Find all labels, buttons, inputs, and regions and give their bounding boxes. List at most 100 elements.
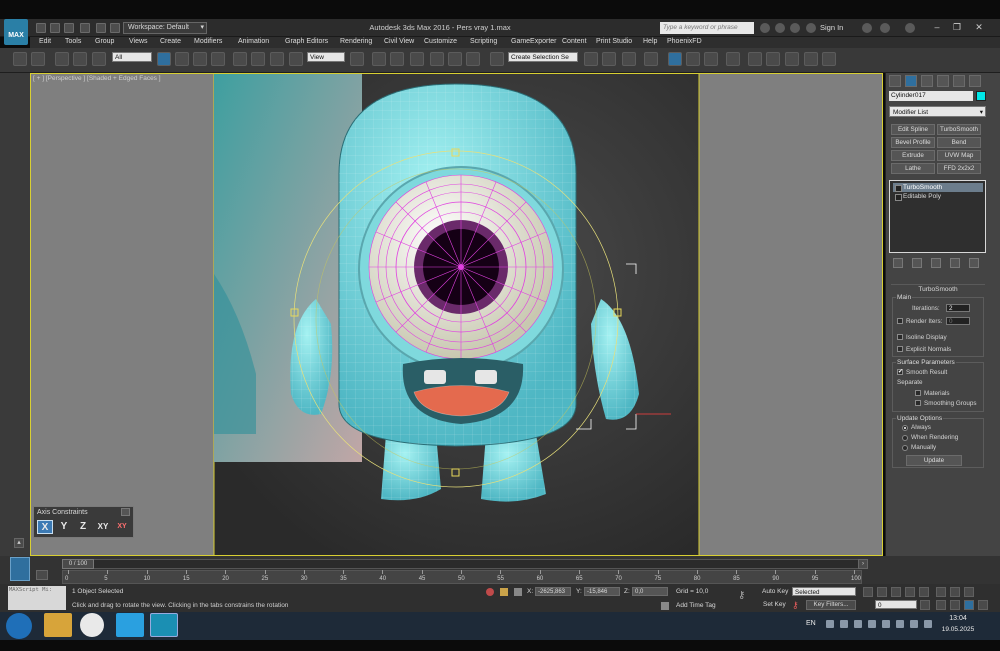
angle-snap-icon[interactable]	[430, 52, 444, 66]
maximize-viewport-toggle[interactable]: ▴	[14, 538, 24, 548]
viewport-label[interactable]: [ + ] [Perspective ] [Shaded + Edged Fac…	[33, 75, 161, 82]
percent-snap-icon[interactable]	[448, 52, 462, 66]
menu-views[interactable]: Views	[129, 38, 148, 45]
modify-tab-icon[interactable]	[905, 75, 917, 87]
toggle-ribbon-icon[interactable]	[644, 52, 658, 66]
next-frame-icon[interactable]: ›	[858, 559, 868, 569]
update-button[interactable]: Update	[906, 455, 962, 466]
menu-phoenixfd[interactable]: PhoenixFD	[667, 38, 702, 45]
key-filters-button[interactable]: Key Filters...	[806, 600, 856, 610]
current-frame-field[interactable]: 0	[875, 600, 917, 609]
edit-spline-button[interactable]: Edit Spline	[891, 124, 935, 135]
volume-icon[interactable]	[910, 620, 918, 628]
create-tab-icon[interactable]	[889, 75, 901, 87]
turbosmooth-button[interactable]: TurboSmooth	[937, 124, 981, 135]
viewport-scene[interactable]	[31, 74, 883, 556]
keyboard-shortcut-icon[interactable]	[390, 52, 404, 66]
clock-time[interactable]: 13:04	[938, 615, 978, 622]
start-button-icon[interactable]	[6, 613, 32, 639]
binoculars-icon[interactable]	[775, 23, 785, 33]
undo-icon[interactable]	[80, 23, 90, 33]
y-coord-field[interactable]: -15,846	[584, 587, 620, 596]
help-icon[interactable]	[905, 23, 915, 33]
menu-scripting[interactable]: Scripting	[470, 38, 497, 45]
maximize-viewport-icon[interactable]	[978, 600, 988, 610]
app-logo-icon[interactable]: MAX	[4, 19, 28, 45]
modifier-stack[interactable]: TurboSmooth Editable Poly	[889, 180, 986, 253]
character-eye[interactable]	[358, 166, 564, 372]
redo-icon[interactable]	[31, 52, 45, 66]
lathe-button[interactable]: Lathe	[891, 163, 935, 174]
clock-date[interactable]: 19.05.2025	[938, 626, 978, 633]
time-tag-icon[interactable]	[661, 602, 669, 610]
smooth-result-checkbox[interactable]: ✔	[897, 369, 903, 375]
field-of-view-icon[interactable]	[936, 600, 946, 610]
tray-icon[interactable]	[826, 620, 834, 628]
menu-content[interactable]: Content	[562, 38, 587, 45]
chrome-icon[interactable]	[80, 613, 104, 637]
materials-checkbox[interactable]	[915, 390, 921, 396]
maximize-button[interactable]: ❐	[950, 21, 964, 33]
object-color-swatch[interactable]	[976, 91, 986, 101]
vray-frame-buffer-icon[interactable]	[822, 52, 836, 66]
stack-item-turbosmooth[interactable]: TurboSmooth	[893, 183, 983, 192]
time-configuration-icon[interactable]	[920, 600, 930, 610]
axis-xy-plane-flyout[interactable]: XY	[114, 520, 130, 534]
axis-z-button[interactable]: Z	[75, 520, 91, 534]
workspace-dropdown[interactable]: Workspace: Default ▾	[123, 22, 207, 34]
material-editor-icon[interactable]	[726, 52, 740, 66]
user-icon[interactable]	[806, 23, 816, 33]
toolbar-close-icon[interactable]	[121, 508, 130, 516]
menu-civil-view[interactable]: Civil View	[384, 38, 414, 45]
curve-editor-icon[interactable]	[686, 52, 700, 66]
absolute-mode-icon[interactable]	[514, 588, 522, 596]
menu-customize[interactable]: Customize	[424, 38, 457, 45]
always-radio[interactable]	[902, 425, 908, 431]
close-button[interactable]: ✕	[972, 21, 986, 33]
previous-frame-icon[interactable]	[877, 587, 887, 597]
minimize-button[interactable]: –	[930, 21, 944, 33]
select-manipulate-icon[interactable]	[372, 52, 386, 66]
uvw-map-button[interactable]: UVW Map	[937, 150, 981, 161]
show-end-result-icon[interactable]	[912, 258, 922, 268]
bind-space-warp-icon[interactable]	[92, 52, 106, 66]
render-iters-spinner[interactable]: 0	[946, 317, 970, 325]
selection-lock-icon[interactable]	[500, 588, 508, 596]
telegram-icon[interactable]	[116, 613, 144, 637]
axis-xy-button[interactable]: XY	[94, 520, 112, 534]
object-name-field[interactable]: Cylinder017	[889, 91, 973, 101]
window-crossing-icon[interactable]	[211, 52, 225, 66]
iterations-spinner[interactable]: 2	[946, 304, 970, 312]
rotate-icon[interactable]	[251, 52, 265, 66]
perspective-viewport[interactable]	[30, 73, 883, 556]
undo-icon[interactable]	[13, 52, 27, 66]
network-icon[interactable]	[896, 620, 904, 628]
search-icon[interactable]	[760, 23, 770, 33]
axis-y-button[interactable]: Y	[56, 520, 72, 534]
sign-in-link[interactable]: Sign In	[820, 23, 843, 32]
pin-stack-icon[interactable]	[893, 258, 903, 268]
redo-icon[interactable]	[96, 23, 106, 33]
x-coord-field[interactable]: -2625,863	[535, 587, 571, 596]
smoothing-groups-checkbox[interactable]	[915, 400, 921, 406]
go-to-start-icon[interactable]	[863, 587, 873, 597]
menu-help[interactable]: Help	[643, 38, 657, 45]
menu-create[interactable]: Create	[160, 38, 181, 45]
edit-named-selection-icon[interactable]	[490, 52, 504, 66]
snaps-toggle-icon[interactable]	[410, 52, 424, 66]
add-time-tag[interactable]: Add Time Tag	[676, 602, 716, 609]
zoom-icon[interactable]	[936, 587, 946, 597]
select-by-name-icon[interactable]	[175, 52, 189, 66]
go-to-end-icon[interactable]	[919, 587, 929, 597]
language-indicator[interactable]: EN	[806, 620, 816, 627]
time-slider-thumb[interactable]: 0 / 100	[62, 559, 94, 569]
when-rendering-radio[interactable]	[902, 435, 908, 441]
scale-icon[interactable]	[270, 52, 284, 66]
render-production-icon[interactable]	[785, 52, 799, 66]
extrude-button[interactable]: Extrude	[891, 150, 935, 161]
menu-graph-editors[interactable]: Graph Editors	[285, 38, 328, 45]
next-frame-button-icon[interactable]	[905, 587, 915, 597]
turbosmooth-rollout-header[interactable]: TurboSmooth	[891, 284, 985, 293]
tray-icon[interactable]	[840, 620, 848, 628]
set-key-button[interactable]: Set Key	[763, 600, 786, 610]
